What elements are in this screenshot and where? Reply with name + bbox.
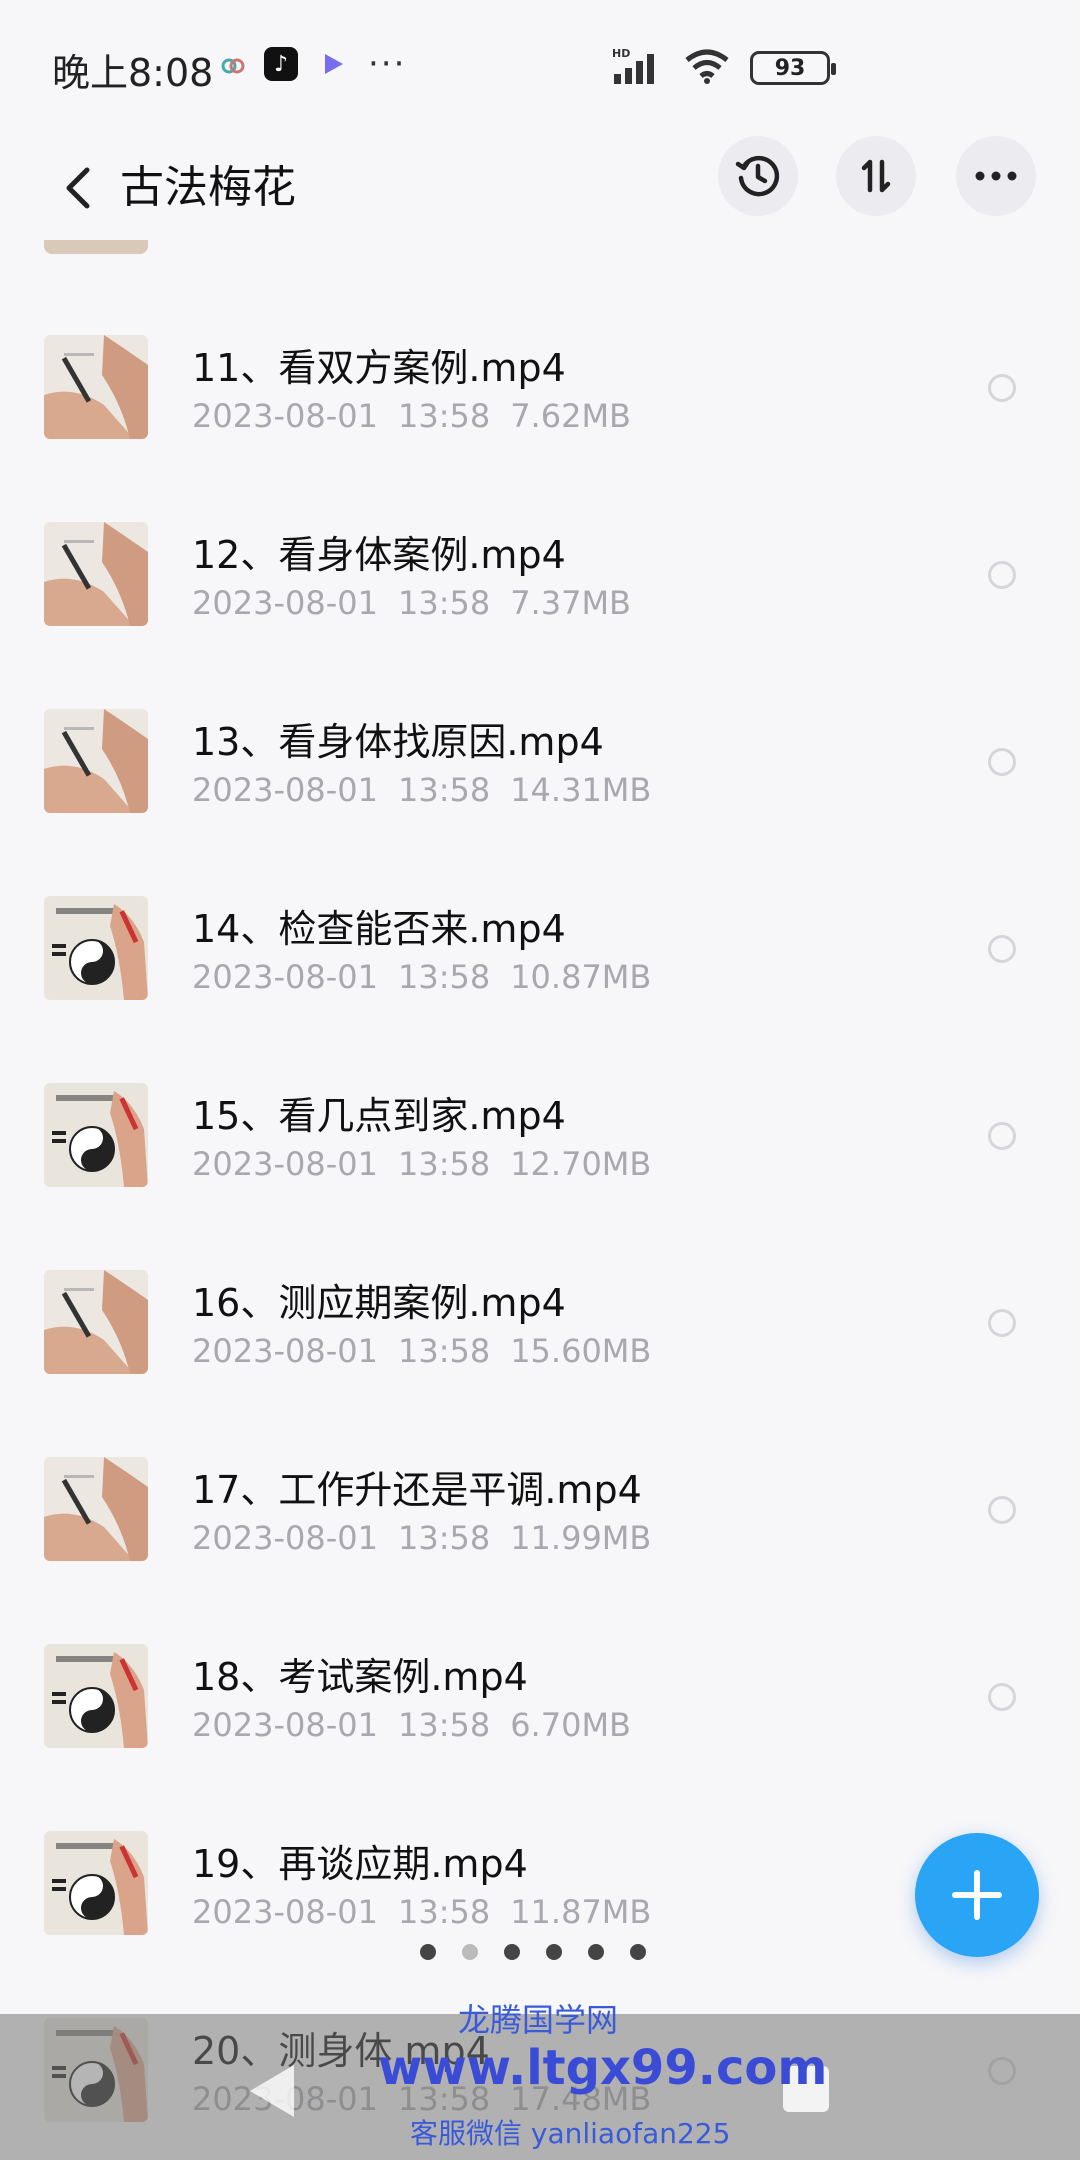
file-name: 11、看双方案例.mp4 — [192, 346, 566, 390]
file-name: 13、看身体找原因.mp4 — [192, 720, 604, 764]
file-time: 13:58 — [397, 397, 491, 435]
video-thumbnail — [44, 896, 148, 1000]
cloud-icon — [220, 47, 246, 81]
select-radio[interactable] — [988, 561, 1016, 589]
add-button[interactable] — [915, 1833, 1039, 1957]
video-thumbnail — [44, 1457, 148, 1561]
page-dot — [504, 1944, 520, 1960]
file-name: 17、工作升还是平调.mp4 — [192, 1468, 642, 1512]
file-date: 2023-08-01 — [192, 1332, 378, 1370]
page-dot — [420, 1944, 436, 1960]
video-thumbnail — [44, 1644, 148, 1748]
file-meta: 2023-08-01 13:58 7.62MB — [192, 397, 631, 435]
file-time: 13:58 — [397, 1332, 491, 1370]
file-meta: 2023-08-01 13:58 15.60MB — [192, 1332, 651, 1370]
battery-indicator: 93 — [750, 51, 836, 85]
back-button[interactable] — [48, 152, 108, 224]
history-button[interactable] — [718, 136, 798, 216]
page-indicator — [420, 1944, 646, 1960]
file-name: 12、看身体案例.mp4 — [192, 533, 566, 577]
select-radio[interactable] — [988, 374, 1016, 402]
file-meta: 2023-08-01 13:58 14.31MB — [192, 771, 651, 809]
file-size: 7.62MB — [510, 397, 631, 435]
file-meta: 2023-08-01 13:58 10.87MB — [192, 958, 651, 996]
tiktok-icon: ♪ — [264, 47, 298, 81]
file-size: 14.31MB — [510, 771, 652, 809]
watermark-contact: 客服微信 yanliaofan225 — [410, 2117, 731, 2150]
previous-item-thumbnail — [44, 240, 148, 254]
page-title: 古法梅花 — [120, 162, 296, 213]
file-meta: 2023-08-01 13:58 11.99MB — [192, 1519, 651, 1557]
file-time: 13:58 — [397, 1706, 491, 1744]
file-name: 19、再谈应期.mp4 — [192, 1842, 528, 1886]
video-app-icon — [316, 47, 350, 81]
video-thumbnail — [44, 1270, 148, 1374]
page-dot — [462, 1944, 478, 1960]
select-radio[interactable] — [988, 1122, 1016, 1150]
file-date: 2023-08-01 — [192, 771, 378, 809]
file-size: 7.37MB — [510, 584, 631, 622]
more-options-button[interactable] — [956, 136, 1036, 216]
file-size: 10.87MB — [510, 958, 652, 996]
nav-back-icon[interactable] — [250, 2065, 294, 2117]
file-time: 13:58 — [397, 771, 491, 809]
app-header: 古法梅花 — [0, 130, 1080, 250]
select-radio[interactable] — [988, 935, 1016, 963]
more-notifications-icon: ··· — [368, 44, 407, 84]
file-size: 15.60MB — [510, 1332, 652, 1370]
file-date: 2023-08-01 — [192, 1145, 378, 1183]
watermark-url: www.ltgx99.com — [378, 2040, 828, 2096]
plus-icon — [952, 1870, 1002, 1920]
system-status-icons: HD 93 — [610, 46, 836, 90]
status-bar: 晚上8:08 ♪ ··· HD 93 — [0, 0, 1080, 130]
file-size: 12.70MB — [510, 1145, 652, 1183]
more-horizontal-icon — [975, 171, 1017, 181]
file-size: 6.70MB — [510, 1706, 631, 1744]
select-radio[interactable] — [988, 1496, 1016, 1524]
page-dot — [546, 1944, 562, 1960]
select-radio[interactable] — [988, 1309, 1016, 1337]
file-time: 13:58 — [397, 1519, 491, 1557]
notification-icons: ♪ ··· — [220, 44, 406, 84]
file-time: 13:58 — [397, 958, 491, 996]
select-radio[interactable] — [988, 1683, 1016, 1711]
file-date: 2023-08-01 — [192, 584, 378, 622]
video-thumbnail — [44, 1831, 148, 1935]
history-icon — [735, 155, 780, 197]
sort-button[interactable] — [836, 136, 916, 216]
watermark-site-name: 龙腾国学网 — [458, 2001, 619, 2039]
file-time: 13:58 — [397, 1893, 491, 1931]
file-name: 14、检查能否来.mp4 — [192, 907, 566, 951]
sort-icon — [861, 159, 891, 193]
file-time: 13:58 — [397, 584, 491, 622]
file-meta: 2023-08-01 13:58 11.87MB — [192, 1893, 651, 1931]
video-thumbnail — [44, 522, 148, 626]
file-size: 11.87MB — [510, 1893, 652, 1931]
file-date: 2023-08-01 — [192, 958, 378, 996]
file-meta: 2023-08-01 13:58 12.70MB — [192, 1145, 651, 1183]
file-size: 11.99MB — [510, 1519, 652, 1557]
video-thumbnail — [44, 709, 148, 813]
wifi-icon — [684, 48, 730, 88]
svg-text:HD: HD — [612, 47, 630, 60]
status-time: 晚上8:08 — [52, 51, 214, 95]
file-date: 2023-08-01 — [192, 397, 378, 435]
file-name: 15、看几点到家.mp4 — [192, 1094, 566, 1138]
file-meta: 2023-08-01 13:58 6.70MB — [192, 1706, 631, 1744]
chevron-left-icon — [66, 167, 90, 209]
file-name: 16、测应期案例.mp4 — [192, 1281, 566, 1325]
file-date: 2023-08-01 — [192, 1519, 378, 1557]
file-date: 2023-08-01 — [192, 1706, 378, 1744]
page-dot — [588, 1944, 604, 1960]
file-time: 13:58 — [397, 1145, 491, 1183]
video-thumbnail — [44, 335, 148, 439]
file-name: 18、考试案例.mp4 — [192, 1655, 528, 1699]
page-dot — [630, 1944, 646, 1960]
video-thumbnail — [44, 1083, 148, 1187]
file-meta: 2023-08-01 13:58 7.37MB — [192, 584, 631, 622]
file-date: 2023-08-01 — [192, 1893, 378, 1931]
cellular-signal-icon: HD — [610, 46, 664, 90]
select-radio[interactable] — [988, 748, 1016, 776]
